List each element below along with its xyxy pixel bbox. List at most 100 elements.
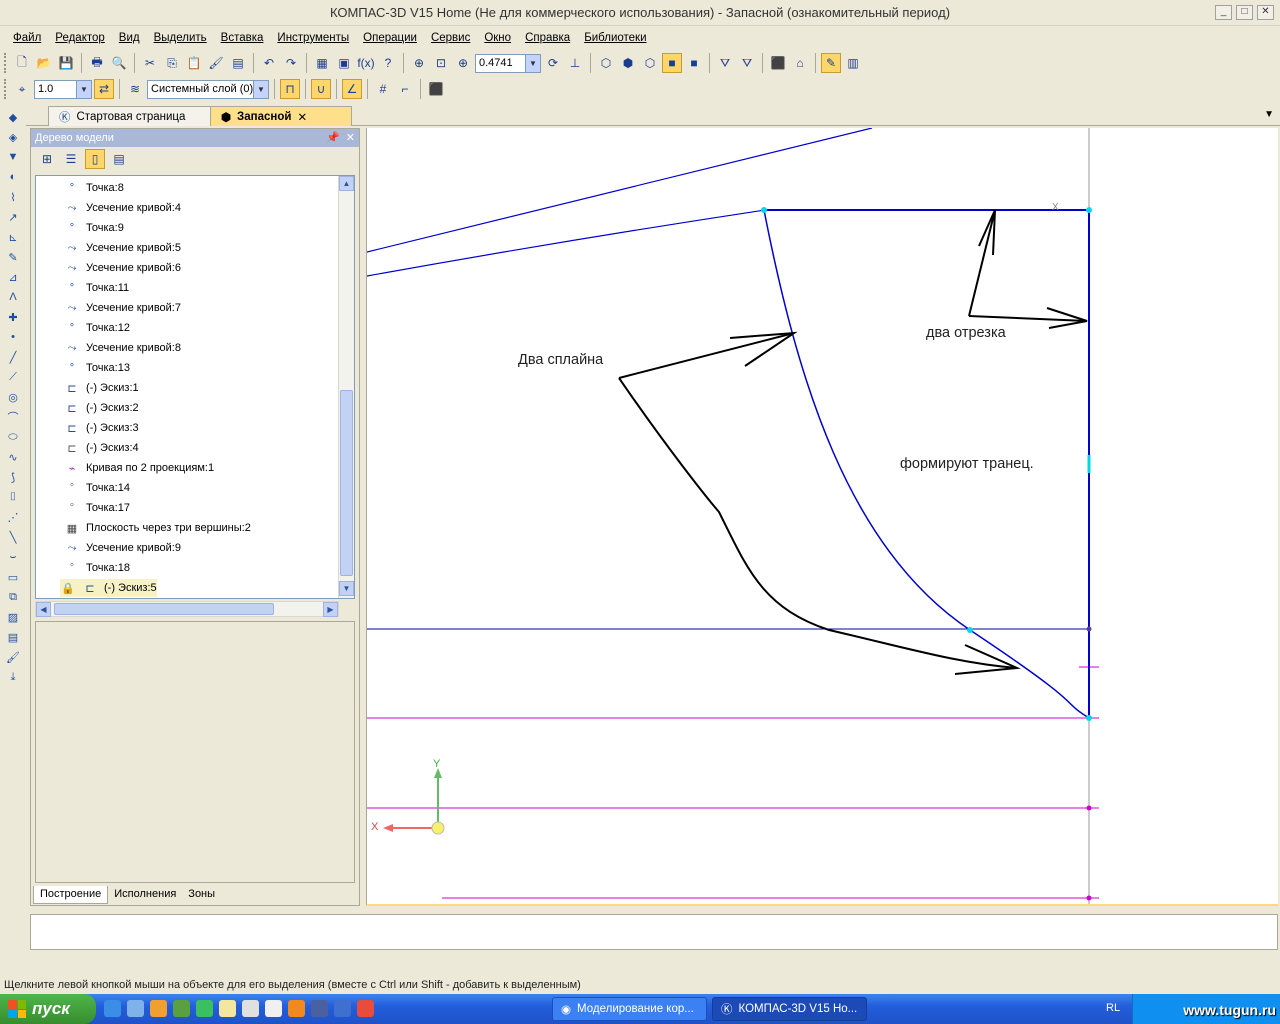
wireframe-icon[interactable]: ⬡ bbox=[596, 53, 616, 73]
scroll-left-icon[interactable]: ◀ bbox=[36, 602, 51, 617]
snap-toggle-icon[interactable]: ⇄ bbox=[94, 79, 114, 99]
tree-item[interactable]: ⊏ (-) Эскиз:4 bbox=[64, 439, 138, 457]
tree-item[interactable]: ° Точка:18 bbox=[64, 559, 130, 577]
sketch-mode-icon[interactable]: ⊓ bbox=[280, 79, 300, 99]
tree-item[interactable]: ⊏ (-) Эскиз:1 bbox=[64, 379, 138, 397]
zoom-combo[interactable]: 0.4741 ▼ bbox=[475, 53, 541, 73]
taskbar-button-kompas[interactable]: Ⓚ КОМПАС-3D V15 Ho... bbox=[712, 997, 867, 1021]
menu-view[interactable]: Вид bbox=[112, 32, 147, 44]
app-icon[interactable] bbox=[311, 1000, 328, 1017]
format-brush-icon[interactable]: 🖌 bbox=[206, 53, 226, 73]
tree-horizontal-scrollbar[interactable]: ◀ ▶ bbox=[35, 601, 339, 617]
menu-tools[interactable]: Инструменты bbox=[270, 32, 356, 44]
ortho-icon[interactable]: ∠ bbox=[342, 79, 362, 99]
cube-yellow-icon[interactable]: ⬛ bbox=[768, 53, 788, 73]
triangle-icon[interactable]: Λ bbox=[3, 288, 23, 306]
firefox-icon[interactable] bbox=[150, 1000, 167, 1017]
toolbar-grip[interactable] bbox=[4, 53, 8, 73]
dimension-icon[interactable]: ⊾ bbox=[3, 228, 23, 246]
close-tab-icon[interactable]: ✕ bbox=[297, 110, 307, 124]
tree-filter-icon[interactable]: ▯ bbox=[85, 149, 105, 169]
menu-edit[interactable]: Редактор bbox=[48, 32, 112, 44]
language-indicator[interactable]: RL bbox=[1106, 1002, 1120, 1014]
tree-item[interactable]: ° Точка:13 bbox=[64, 359, 130, 377]
hidden-lines-icon[interactable]: ⬢ bbox=[618, 53, 638, 73]
paste-icon[interactable]: 📋 bbox=[184, 53, 204, 73]
surface-icon[interactable]: ◐ bbox=[3, 168, 23, 186]
tree-item[interactable]: ⊏ (-) Эскиз:3 bbox=[64, 419, 138, 437]
cube-house-icon[interactable]: ⌂ bbox=[790, 53, 810, 73]
print-icon[interactable]: 🖶 bbox=[87, 53, 107, 73]
tree-item[interactable]: ° Точка:14 bbox=[64, 479, 130, 497]
geometry-icon[interactable]: ◆ bbox=[3, 108, 23, 126]
tab-construction[interactable]: Построение bbox=[33, 886, 109, 904]
measure-icon[interactable]: ⊿ bbox=[3, 268, 23, 286]
chevron-down-icon[interactable]: ▼ bbox=[76, 80, 91, 98]
minimize-button[interactable]: _ bbox=[1215, 5, 1232, 20]
app-icon[interactable] bbox=[173, 1000, 190, 1017]
start-button[interactable]: пуск bbox=[0, 994, 96, 1024]
filter-icon[interactable]: ⛛ bbox=[715, 53, 735, 73]
chevron-down-icon[interactable]: ▼ bbox=[525, 54, 540, 72]
tree-item[interactable]: ° Точка:9 bbox=[64, 219, 124, 237]
edit-mode-icon[interactable]: ✎ bbox=[821, 53, 841, 73]
tab-active-document[interactable]: ⬢ Запасной ✕ bbox=[210, 106, 352, 126]
rotate-icon[interactable]: ⟳ bbox=[543, 53, 563, 73]
line-scale-combo[interactable]: 1.0 ▼ bbox=[34, 79, 92, 99]
line-tool-icon[interactable]: ╱ bbox=[3, 348, 23, 366]
tree-item[interactable]: ▦ Плоскость через три вершины:2 bbox=[64, 519, 251, 537]
tree-item-selected[interactable]: 🔒 ⊏ (-) Эскиз:5 bbox=[60, 579, 157, 597]
chevron-down-icon[interactable]: ▼ bbox=[253, 80, 268, 98]
halftone-icon[interactable]: ■ bbox=[662, 53, 682, 73]
undo-icon[interactable]: ↶ bbox=[259, 53, 279, 73]
tree-item[interactable]: ° Точка:17 bbox=[64, 499, 130, 517]
tree-list-icon[interactable]: ▤ bbox=[109, 149, 129, 169]
tree-vertical-scrollbar[interactable]: ▲ ▼ bbox=[338, 176, 354, 598]
filter-select-icon[interactable]: ⛛ bbox=[737, 53, 757, 73]
tree-item[interactable]: ⤳ Усечение кривой:9 bbox=[64, 539, 181, 557]
menu-libraries[interactable]: Библиотеки bbox=[577, 32, 653, 44]
menu-operations[interactable]: Операции bbox=[356, 32, 424, 44]
step-tool-icon[interactable]: ⌷ bbox=[3, 488, 23, 506]
grid-icon[interactable]: # bbox=[373, 79, 393, 99]
menu-help[interactable]: Справка bbox=[518, 32, 577, 44]
chrome-icon[interactable] bbox=[357, 1000, 374, 1017]
help-pointer-icon[interactable]: ? bbox=[378, 53, 398, 73]
tree-item[interactable]: ⌁ Кривая по 2 проекциям:1 bbox=[64, 459, 214, 477]
arc-tool-icon[interactable]: ⌒ bbox=[3, 408, 23, 426]
scroll-right-icon[interactable]: ▶ bbox=[323, 602, 338, 617]
zoom-window-icon[interactable]: ⊕ bbox=[409, 53, 429, 73]
save-icon[interactable]: 💾 bbox=[56, 53, 76, 73]
tree-item[interactable]: ° Точка:11 bbox=[64, 279, 129, 297]
menu-service[interactable]: Сервис bbox=[424, 32, 477, 44]
tab-zones[interactable]: Зоны bbox=[182, 886, 221, 904]
toolbar-grip[interactable] bbox=[4, 79, 8, 99]
fillet-tool-icon[interactable]: ╲ bbox=[3, 528, 23, 546]
close-button[interactable]: ✕ bbox=[1257, 5, 1274, 20]
preview-icon[interactable]: 🔍 bbox=[109, 53, 129, 73]
copy-icon[interactable]: ⎘ bbox=[162, 53, 182, 73]
polyline-tool-icon[interactable]: ⟋ bbox=[3, 368, 23, 386]
nurbs-tool-icon[interactable]: ⟆ bbox=[3, 468, 23, 486]
brush-tool-icon[interactable]: 🖌 bbox=[3, 648, 23, 666]
filter-icon[interactable]: ▼ bbox=[3, 148, 23, 166]
scroll-thumb[interactable] bbox=[340, 390, 353, 576]
curve-tool-icon[interactable]: ⌣ bbox=[3, 548, 23, 566]
notepad-icon[interactable] bbox=[219, 1000, 236, 1017]
menu-select[interactable]: Выделить bbox=[147, 32, 214, 44]
rectangle-tool-icon[interactable]: ▭ bbox=[3, 568, 23, 586]
ie-icon[interactable] bbox=[104, 1000, 121, 1017]
scroll-thumb[interactable] bbox=[54, 603, 274, 615]
scroll-down-icon[interactable]: ▼ bbox=[339, 581, 354, 596]
snap-point-icon[interactable]: ⌖ bbox=[12, 79, 32, 99]
menu-file[interactable]: Файл bbox=[6, 32, 48, 44]
maximize-button[interactable]: □ bbox=[1236, 5, 1253, 20]
tree-item[interactable]: ° Точка:12 bbox=[64, 319, 130, 337]
messenger-icon[interactable] bbox=[127, 1000, 144, 1017]
hatch-tool-icon[interactable]: ▨ bbox=[3, 608, 23, 626]
pin-icon[interactable]: 📌 bbox=[326, 132, 340, 144]
tree-item[interactable]: ⤳ Усечение кривой:8 bbox=[64, 339, 181, 357]
library-icon[interactable]: ▣ bbox=[334, 53, 354, 73]
layers-icon[interactable]: ≋ bbox=[125, 79, 145, 99]
close-panel-icon[interactable]: ✕ bbox=[346, 132, 355, 144]
